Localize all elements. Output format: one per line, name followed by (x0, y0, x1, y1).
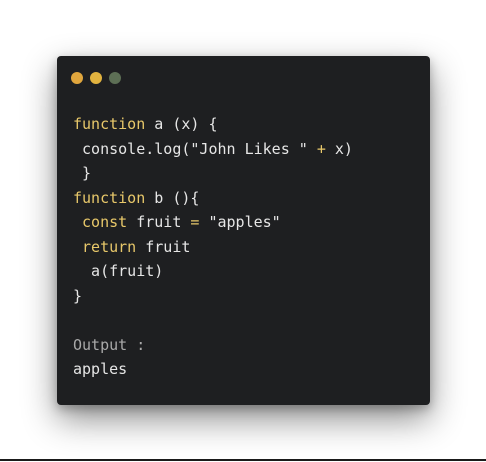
code-line: } (73, 284, 353, 309)
code-token: b (){ (145, 188, 200, 207)
code-line: const fruit = "apples" (73, 210, 353, 235)
code-line: function b (){ (73, 186, 353, 211)
code-token: function (73, 115, 146, 133)
minimize-dot-icon[interactable] (90, 72, 102, 84)
code-token: return (82, 237, 137, 256)
code-token: fruit (127, 213, 191, 231)
code-token: function (73, 188, 146, 207)
code-token: x) (325, 139, 353, 158)
code-token: a (x) { (145, 115, 218, 133)
code-token: + (316, 139, 326, 158)
code-token: console.log("John Likes " (73, 139, 317, 158)
code-line: } (73, 161, 353, 186)
code-token: a(fruit) (73, 262, 164, 280)
code-token: const (82, 213, 128, 231)
code-window: function a (x) { console.log("John Likes… (57, 56, 430, 405)
maximize-dot-icon[interactable] (109, 72, 121, 84)
close-dot-icon[interactable] (71, 72, 83, 84)
code-line: function a (x) { (73, 112, 353, 137)
output-line: apples (73, 357, 353, 382)
code-line: console.log("John Likes " + x) (73, 137, 353, 162)
code-token: apples (73, 360, 128, 378)
code-token: Output : (73, 335, 146, 354)
window-controls (71, 72, 121, 84)
code-line: return fruit (73, 235, 353, 260)
code-token: "apples" (199, 213, 281, 231)
bottom-divider (0, 459, 486, 461)
code-line: a(fruit) (73, 259, 353, 284)
code-token: } (73, 164, 92, 182)
code-token: } (73, 286, 83, 305)
output-line: Output : (73, 333, 353, 358)
code-token: fruit (136, 237, 191, 256)
code-block: function a (x) { console.log("John Likes… (73, 112, 353, 382)
